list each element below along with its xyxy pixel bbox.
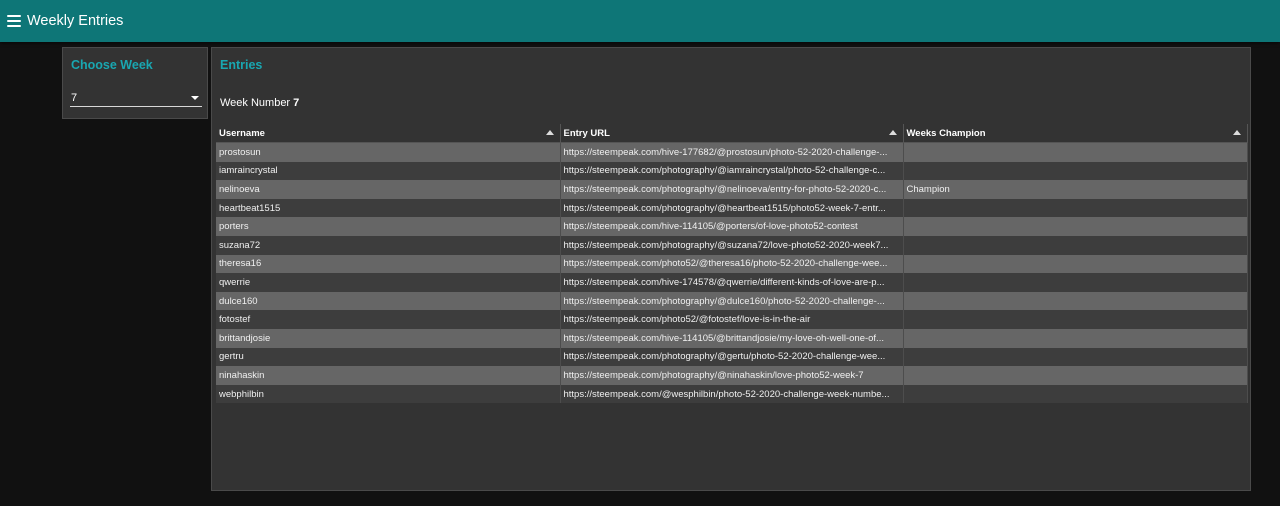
top-app-bar: Weekly Entries (0, 0, 1280, 42)
entry-url-cell: https://steempeak.com/hive-177682/@prost… (560, 142, 904, 162)
week-number-label: Week Number (220, 97, 291, 109)
champion-cell (903, 161, 1248, 181)
table-row[interactable]: fotostef https://steempeak.com/photo52/@… (216, 310, 1248, 329)
username-cell: ninahaskin (216, 366, 561, 385)
entry-url-cell: https://steempeak.com/@wesphilbin/photo-… (560, 384, 904, 404)
table-row[interactable]: prostosun https://steempeak.com/hive-177… (216, 142, 1248, 162)
table-row[interactable]: suzana72 https://steempeak.com/photograp… (216, 235, 1248, 255)
entry-url-cell: https://steempeak.com/hive-114105/@porte… (560, 217, 904, 236)
champion-cell: Champion (903, 180, 1248, 199)
champion-cell (903, 142, 1248, 162)
entries-title: Entries (220, 58, 263, 72)
app-title: Weekly Entries (27, 13, 124, 29)
username-cell: heartbeat1515 (216, 198, 561, 218)
table-row[interactable]: nelinoeva https://steempeak.com/photogra… (216, 180, 1248, 199)
username-cell: dulce160 (216, 291, 561, 311)
champion-cell (903, 217, 1248, 236)
username-cell: porters (216, 217, 561, 236)
table-row[interactable]: iamraincrystal https://steempeak.com/pho… (216, 161, 1248, 181)
table-row[interactable]: webphilbin https://steempeak.com/@wesphi… (216, 384, 1248, 404)
week-select[interactable]: 7 (70, 90, 202, 107)
table-row[interactable]: ninahaskin https://steempeak.com/photogr… (216, 366, 1248, 385)
champion-cell (903, 273, 1248, 292)
week-select-value: 7 (71, 92, 78, 104)
champion-cell (903, 198, 1248, 218)
entry-url-cell: https://steempeak.com/photography/@iamra… (560, 161, 904, 181)
username-cell: iamraincrystal (216, 161, 561, 181)
entry-url-cell: https://steempeak.com/photography/@dulce… (560, 291, 904, 311)
champion-cell (903, 366, 1248, 385)
entry-url-cell: https://steempeak.com/photography/@ninah… (560, 366, 904, 385)
table-row[interactable]: qwerrie https://steempeak.com/hive-17457… (216, 273, 1248, 292)
username-cell: brittandjosie (216, 328, 561, 348)
choose-week-title: Choose Week (71, 58, 153, 72)
column-header-label: Entry URL (563, 127, 610, 139)
sort-asc-icon (888, 130, 897, 135)
entry-url-cell: https://steempeak.com/photography/@nelin… (560, 180, 904, 199)
table-row[interactable]: brittandjosie https://steempeak.com/hive… (216, 328, 1248, 348)
username-cell: gertru (216, 347, 561, 367)
champion-cell (903, 254, 1248, 274)
column-header-label: Username (219, 127, 265, 139)
column-header-weeks-champion[interactable]: Weeks Champion (903, 124, 1248, 143)
champion-cell (903, 310, 1248, 329)
table-row[interactable]: gertru https://steempeak.com/photography… (216, 347, 1248, 367)
entry-url-cell: https://steempeak.com/hive-114105/@britt… (560, 328, 904, 348)
champion-cell (903, 384, 1248, 404)
table-row[interactable]: dulce160 https://steempeak.com/photograp… (216, 291, 1248, 311)
username-cell: qwerrie (216, 273, 561, 292)
champion-cell (903, 291, 1248, 311)
entry-url-cell: https://steempeak.com/photo52/@theresa16… (560, 254, 904, 274)
caret-down-icon (191, 96, 199, 100)
column-header-entry-url[interactable]: Entry URL (560, 124, 904, 143)
choose-week-panel: Choose Week 7 (62, 47, 208, 119)
week-number-value: 7 (293, 97, 300, 109)
username-cell: fotostef (216, 310, 561, 329)
column-header-username[interactable]: Username (216, 124, 561, 143)
column-header-label: Weeks Champion (906, 127, 986, 139)
entry-url-cell: https://steempeak.com/photo52/@fotostef/… (560, 310, 904, 329)
entry-url-cell: https://steempeak.com/photography/@suzan… (560, 235, 904, 255)
champion-cell (903, 328, 1248, 348)
table-row[interactable]: porters https://steempeak.com/hive-11410… (216, 217, 1248, 236)
entries-table: Username Entry URL Weeks Champion prosto… (216, 124, 1248, 404)
champion-cell (903, 235, 1248, 255)
table-row[interactable]: theresa16 https://steempeak.com/photo52/… (216, 254, 1248, 274)
entry-url-cell: https://steempeak.com/photography/@heart… (560, 198, 904, 218)
sort-asc-icon (545, 130, 554, 135)
menu-icon[interactable] (7, 15, 21, 27)
username-cell: webphilbin (216, 384, 561, 404)
sort-asc-icon (1232, 130, 1241, 135)
week-number-line: Week Number 7 (220, 97, 299, 109)
table-row[interactable]: heartbeat1515 https://steempeak.com/phot… (216, 198, 1248, 218)
username-cell: suzana72 (216, 235, 561, 255)
champion-cell (903, 347, 1248, 367)
entry-url-cell: https://steempeak.com/photography/@gertu… (560, 347, 904, 367)
entry-url-cell: https://steempeak.com/hive-174578/@qwerr… (560, 273, 904, 292)
username-cell: nelinoeva (216, 180, 561, 199)
table-header-row: Username Entry URL Weeks Champion (216, 124, 1248, 143)
entries-panel: Entries Week Number 7 Username Entry URL… (211, 47, 1251, 491)
username-cell: theresa16 (216, 254, 561, 274)
username-cell: prostosun (216, 142, 561, 162)
